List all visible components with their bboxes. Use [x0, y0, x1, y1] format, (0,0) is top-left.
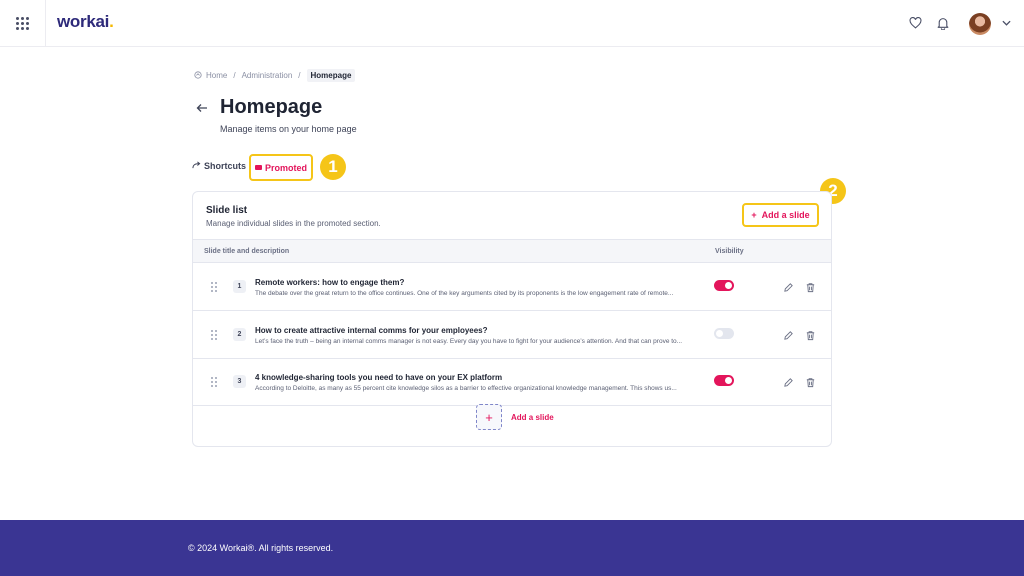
column-header-title: Slide title and description — [204, 248, 290, 255]
apps-menu-button[interactable] — [0, 0, 46, 46]
trash-icon[interactable] — [805, 280, 817, 293]
visibility-toggle[interactable] — [714, 280, 734, 291]
slide-description: The debate over the great return to the … — [255, 290, 674, 297]
bell-icon[interactable] — [935, 15, 951, 31]
tab-promoted[interactable]: Promoted — [249, 154, 313, 181]
drag-handle-icon[interactable] — [211, 330, 217, 340]
table-row: 2 How to create attractive internal comm… — [193, 311, 831, 359]
slide-list-title: Slide list — [206, 205, 248, 216]
edit-pencil-icon[interactable] — [783, 328, 795, 340]
breadcrumb: Home / Administration / Homepage — [194, 69, 356, 82]
page-subtitle: Manage items on your home page — [220, 124, 357, 134]
drag-handle-icon[interactable] — [211, 282, 217, 292]
trash-icon[interactable] — [805, 375, 817, 388]
slide-description: According to Deloitte, as many as 55 per… — [255, 385, 677, 392]
column-header-visibility: Visibility — [715, 248, 744, 255]
visibility-toggle[interactable] — [714, 328, 734, 339]
breadcrumb-separator: / — [298, 71, 301, 80]
heart-icon[interactable] — [907, 15, 923, 31]
promoted-icon — [254, 165, 262, 170]
avatar[interactable] — [969, 13, 991, 35]
workai-logo[interactable]: workai. — [57, 12, 114, 32]
footer: © 2024 Workai®. All rights reserved. — [0, 520, 1024, 576]
breadcrumb-administration[interactable]: Administration — [242, 71, 293, 80]
table-row: 1 Remote workers: how to engage them? Th… — [193, 263, 831, 311]
slide-title: Remote workers: how to engage them? — [255, 278, 405, 287]
table-header: Slide title and description Visibility — [193, 239, 831, 263]
add-slide-button[interactable]: + Add a slide — [742, 203, 819, 227]
slide-number: 2 — [233, 328, 246, 341]
add-slide-button-label: Add a slide — [761, 210, 810, 220]
drag-handle-icon[interactable] — [211, 377, 217, 387]
footer-copyright: © 2024 Workai®. All rights reserved. — [188, 543, 334, 553]
chevron-down-icon[interactable] — [998, 15, 1014, 31]
slide-list-description: Manage individual slides in the promoted… — [206, 219, 381, 228]
breadcrumb-home[interactable]: Home — [206, 71, 227, 80]
slide-description: Let’s face the truth – being an internal… — [255, 338, 683, 345]
top-bar: workai. — [0, 0, 1024, 47]
callout-badge-1: 1 — [320, 154, 346, 180]
trash-icon[interactable] — [805, 328, 817, 341]
visibility-toggle[interactable] — [714, 375, 734, 386]
slide-list-card: Slide list Manage individual slides in t… — [192, 191, 832, 447]
apps-grid-icon — [16, 16, 29, 30]
tab-promoted-label: Promoted — [264, 162, 307, 173]
edit-pencil-icon[interactable] — [783, 280, 795, 292]
table-row: 3 4 knowledge-sharing tools you need to … — [193, 358, 831, 406]
breadcrumb-separator: / — [233, 71, 236, 80]
add-slide-row: + Add a slide — [193, 404, 831, 446]
edit-pencil-icon[interactable] — [783, 375, 795, 387]
add-slide-link[interactable]: Add a slide — [511, 413, 554, 422]
page-title: Homepage — [220, 96, 323, 118]
slide-number: 1 — [233, 280, 246, 293]
add-slide-plus-button[interactable]: + — [476, 404, 502, 430]
plus-icon: + — [751, 210, 757, 220]
tab-shortcuts-label: Shortcuts — [204, 161, 247, 171]
slide-title: 4 knowledge-sharing tools you need to ha… — [255, 373, 503, 382]
home-icon — [194, 70, 202, 81]
tab-shortcuts[interactable]: Shortcuts — [192, 161, 246, 171]
back-arrow-icon[interactable] — [196, 100, 210, 114]
share-arrow-icon — [192, 161, 201, 171]
slide-title: How to create attractive internal comms … — [255, 326, 488, 335]
slide-number: 3 — [233, 375, 246, 388]
breadcrumb-current: Homepage — [306, 69, 356, 82]
